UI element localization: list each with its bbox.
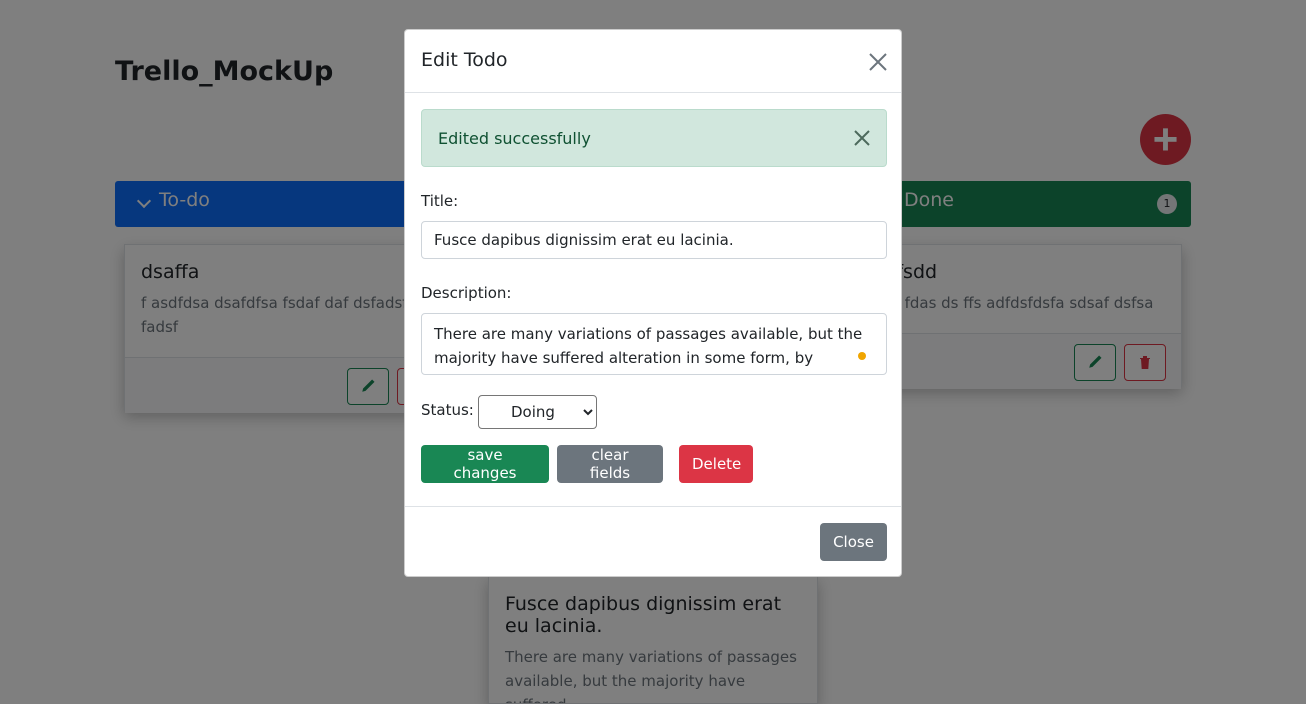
clear-fields-button[interactable]: clear fields [557,445,663,483]
alert-message: Edited successfully [438,129,591,148]
title-input[interactable] [421,221,887,259]
close-icon[interactable] [854,130,870,146]
title-label: Title: [421,192,459,210]
success-alert: Edited successfully [421,109,887,167]
delete-button[interactable]: Delete [679,445,753,483]
edit-todo-modal: Edit Todo Edited successfully Title: Des… [404,29,902,577]
modal-title: Edit Todo [421,49,508,71]
description-textarea[interactable]: There are many variations of passages av… [421,313,887,375]
status-select[interactable]: Doing [478,395,597,429]
status-label: Status: [421,401,474,419]
modal-footer: Close [405,506,901,576]
modal-header: Edit Todo [405,30,901,93]
description-label: Description: [421,284,512,302]
close-button[interactable]: Close [820,523,887,561]
close-icon[interactable] [869,53,887,71]
hand-cursor-icon [858,352,866,360]
save-changes-button[interactable]: save changes [421,445,549,483]
